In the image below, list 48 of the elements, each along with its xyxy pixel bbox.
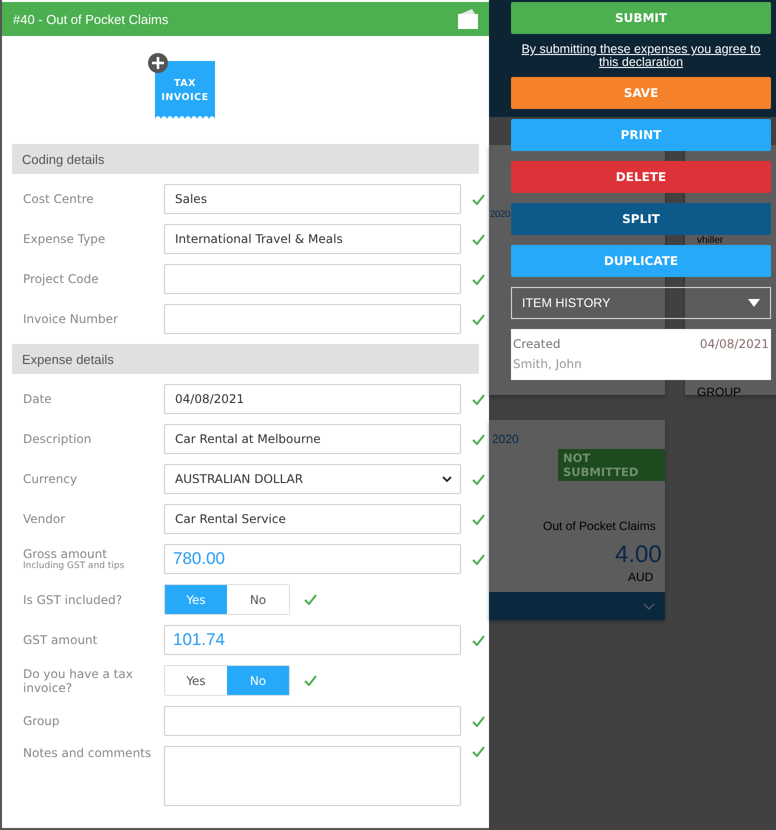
- field-label: Cost Centre: [23, 192, 95, 206]
- history-user: Smith, John: [513, 356, 583, 372]
- history-event: Created: [513, 337, 562, 352]
- field-label: Currency: [23, 472, 78, 486]
- history-date: 04/08/2021: [700, 337, 769, 352]
- delete-button[interactable]: DELETE: [511, 161, 771, 193]
- panel-title: #40 - Out of Pocket Claims: [13, 12, 168, 26]
- chevron-icon: [643, 602, 655, 610]
- card-type: Out of Pocket Claims: [543, 519, 656, 533]
- field-label: Notes and comments: [23, 746, 152, 760]
- select-field[interactable]: AUSTRALIAN DOLLAR: [164, 464, 461, 494]
- declaration-link[interactable]: By submitting these expenses you agree to this declaration: [511, 43, 771, 69]
- input-field[interactable]: International Travel & Meals: [164, 224, 461, 254]
- split-button[interactable]: SPLIT: [511, 203, 771, 235]
- status-badge: NOT SUBMITTED: [558, 449, 665, 481]
- field-label: Do you have a tax invoice?: [23, 666, 134, 694]
- card-date: 2020: [492, 432, 519, 446]
- field-label: Description: [23, 432, 92, 446]
- field-label: Invoice Number: [23, 312, 119, 326]
- card-currency: AUD: [628, 570, 654, 584]
- card-user: vhiller: [697, 236, 724, 246]
- caret-icon: [748, 299, 760, 307]
- field-hint: Including GST and tips: [23, 561, 126, 571]
- wallet-icon[interactable]: [457, 8, 479, 30]
- card-date: 2020: [490, 209, 510, 220]
- field-label: GST amount: [23, 633, 98, 647]
- chevron-icon: [442, 476, 452, 482]
- field-label: Is GST included?: [23, 592, 124, 606]
- input-field[interactable]: Sales: [164, 184, 461, 214]
- field-label: Vendor: [23, 512, 66, 526]
- field-label: Expense Type: [23, 232, 106, 246]
- input-field[interactable]: 04/08/2021: [164, 384, 461, 414]
- notes-field[interactable]: [164, 746, 461, 806]
- history-dropdown[interactable]: ITEM HISTORY: [511, 287, 771, 319]
- section-heading: Coding details: [12, 144, 479, 174]
- add-icon[interactable]: [148, 53, 168, 73]
- card-amount: 4.00: [615, 541, 662, 569]
- input-field[interactable]: Car Rental Service: [164, 504, 461, 534]
- input-field[interactable]: [164, 706, 461, 736]
- input-field[interactable]: [164, 304, 461, 334]
- input-field[interactable]: Car Rental at Melbourne: [164, 424, 461, 454]
- field-label: Group: [23, 714, 61, 728]
- field-label: Gross amount: [23, 547, 108, 561]
- card-group: GROUP: [697, 385, 742, 399]
- section-heading: Expense details: [12, 344, 479, 374]
- field-label: Project Code: [23, 272, 100, 286]
- input-field[interactable]: [164, 264, 461, 294]
- field-label: Date: [23, 392, 53, 406]
